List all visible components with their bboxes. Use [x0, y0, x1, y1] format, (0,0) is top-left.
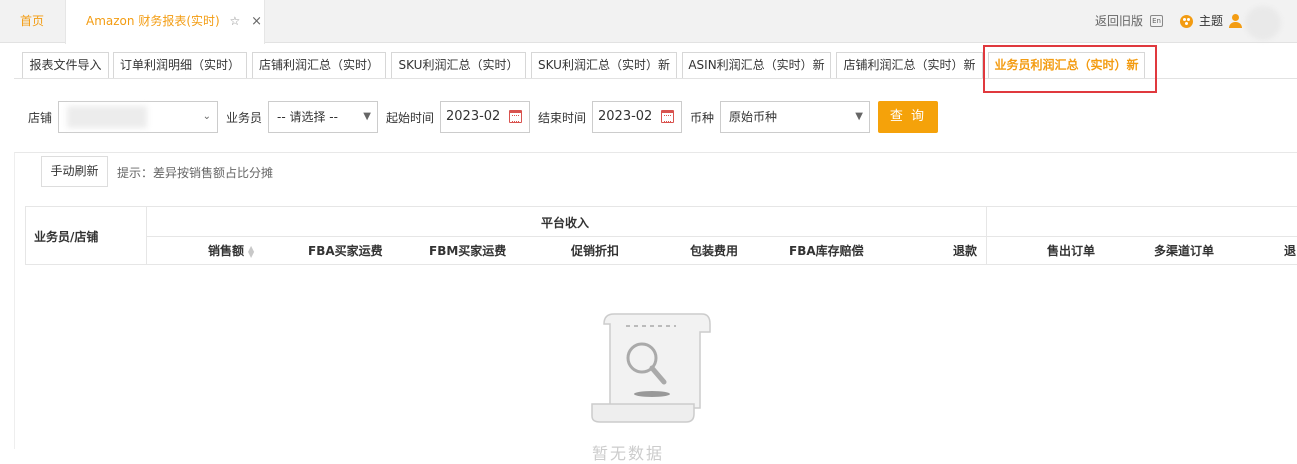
caret-down-icon: ▼ [363, 111, 371, 122]
group-platform-income: 平台收入 [541, 216, 590, 230]
start-time-value: 2023-02 [446, 109, 501, 124]
empty-data-icon [591, 313, 711, 423]
start-time-input[interactable]: 2023-02 [440, 101, 530, 133]
subtab-asin-profit-summary-new[interactable]: ASIN利润汇总（实时）新 [682, 52, 831, 78]
start-time-label: 起始时间 [386, 111, 435, 125]
col-salesperson-store: 业务员/店铺 [34, 230, 99, 244]
palette-icon[interactable] [1180, 15, 1193, 28]
currency-label: 币种 [690, 111, 715, 125]
salesperson-label: 业务员 [226, 111, 263, 125]
subtab-sku-profit-summary[interactable]: SKU利润汇总（实时） [391, 52, 526, 78]
calendar-icon[interactable] [509, 110, 522, 123]
salesperson-value: -- 请选择 -- [277, 110, 338, 124]
top-right-tools: 返回旧版 En 主题 [897, 0, 1297, 43]
salesperson-select[interactable]: -- 请选择 -- ▼ [268, 101, 378, 133]
empty-data-text: 暂无数据 [592, 444, 665, 463]
star-icon[interactable]: ☆ [230, 14, 241, 28]
subtab-store-profit-summary-new[interactable]: 店铺利润汇总（实时）新 [836, 52, 983, 78]
subtab-report-import[interactable]: 报表文件导入 [22, 52, 109, 78]
store-select[interactable]: ⌄ [58, 101, 218, 133]
return-legacy-link[interactable]: 返回旧版 [1095, 0, 1143, 43]
end-time-input[interactable]: 2023-02 [592, 101, 682, 133]
highlight-annotation-box [983, 45, 1157, 93]
theme-link[interactable]: 主题 [1199, 0, 1223, 43]
tab-title: Amazon 财务报表(实时) [86, 14, 220, 28]
header-divider [146, 236, 1297, 237]
manual-refresh-button[interactable]: 手动刷新 [41, 156, 108, 187]
end-time-value: 2023-02 [598, 109, 653, 124]
subtab-sku-profit-summary-new[interactable]: SKU利润汇总（实时）新 [531, 52, 677, 78]
profit-table: 业务员/店铺 平台收入 销售额 ▲ ▼ FBA买家运费 FBM买家运费 促销折扣 包… [25, 206, 1297, 265]
col-refund: 退款 [953, 244, 978, 258]
subtab-order-profit-detail[interactable]: 订单利润明细（实时） [113, 52, 247, 78]
chevron-down-icon: ⌄ [202, 111, 211, 122]
col-promo-discount: 促销折扣 [571, 244, 620, 258]
avatar[interactable] [1245, 6, 1281, 40]
query-button[interactable]: 查 询 [878, 101, 938, 133]
col-truncated: 退 [1284, 244, 1297, 258]
col-fba-inventory-compensation: FBA库存赔偿 [789, 244, 864, 258]
tab-home[interactable]: 首页 [0, 0, 64, 43]
subtab-store-profit-summary[interactable]: 店铺利润汇总（实时） [252, 52, 386, 78]
top-tab-bar: 首页 Amazon 财务报表(实时) ☆ × 返回旧版 En 主题 [0, 0, 1297, 44]
caret-down-icon: ▼ [855, 111, 863, 122]
col-sold-orders: 售出订单 [1047, 244, 1096, 258]
close-icon[interactable]: × [251, 14, 262, 29]
sort-icon[interactable]: ▲ ▼ [248, 244, 254, 258]
store-label: 店铺 [28, 111, 53, 125]
calendar-icon[interactable] [661, 110, 674, 123]
language-icon[interactable]: En [1150, 15, 1163, 27]
end-time-label: 结束时间 [538, 111, 587, 125]
col-packaging-fee: 包装费用 [690, 244, 739, 258]
col-fba-buyer-shipping: FBA买家运费 [308, 244, 383, 258]
store-value-redacted [67, 106, 147, 128]
allocation-tip: 提示：差异按销售额占比分摊 [117, 166, 274, 180]
col-multichannel-orders: 多渠道订单 [1154, 244, 1215, 258]
tab-amazon-finance-report[interactable]: Amazon 财务报表(实时) ☆ × [65, 0, 265, 44]
currency-value: 原始币种 [729, 110, 778, 124]
col-sales[interactable]: 销售额 ▲ ▼ [208, 242, 254, 259]
col-fbm-buyer-shipping: FBM买家运费 [429, 244, 507, 258]
currency-select[interactable]: 原始币种 ▼ [720, 101, 870, 133]
user-icon[interactable] [1229, 14, 1242, 28]
